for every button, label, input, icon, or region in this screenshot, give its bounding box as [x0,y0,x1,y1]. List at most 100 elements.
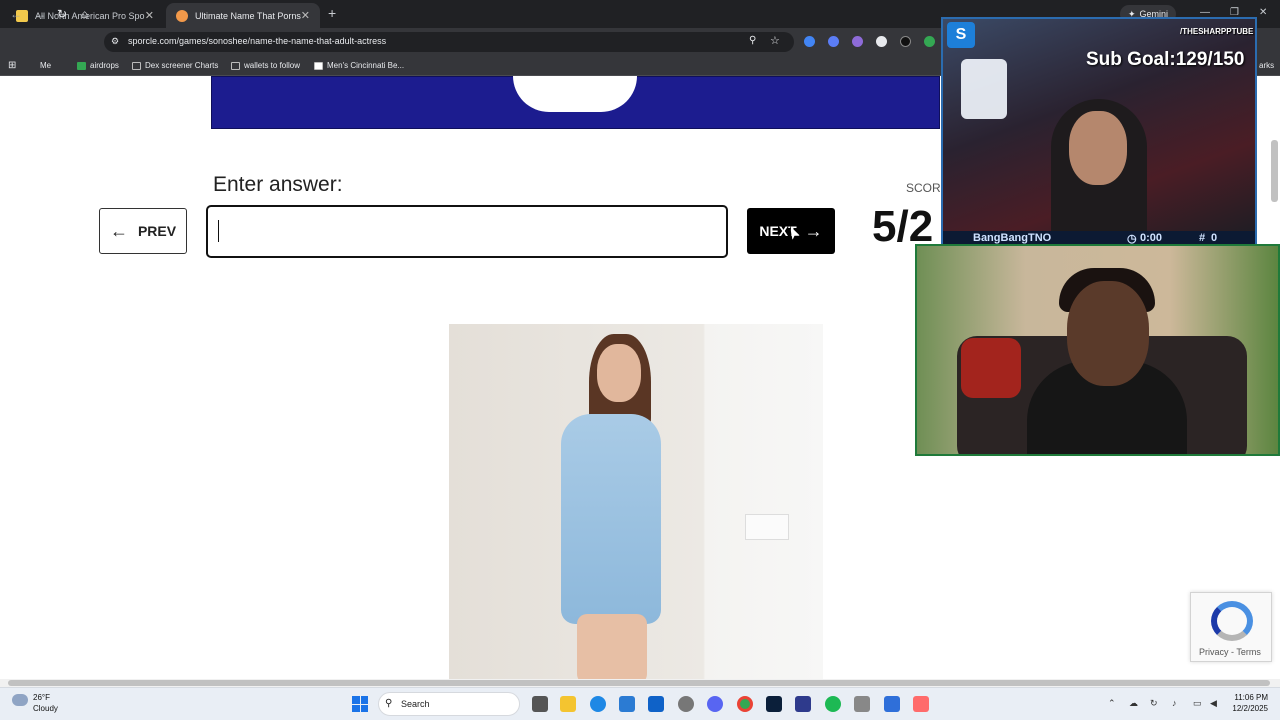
vertical-scroll-thumb[interactable] [1271,140,1278,202]
photo-head [597,344,641,402]
reload-icon[interactable]: ↻ [57,7,67,21]
back-icon[interactable]: ← [10,7,22,21]
close-window-icon[interactable]: ✕ [1259,7,1267,18]
photo-light-switch [745,514,789,540]
stream-stats-bar: BangBangTNO ◷ 0:00 # 0 [943,231,1255,245]
tray-app-icon[interactable]: ↻ [1150,698,1158,709]
home-icon[interactable]: ⌂ [81,7,88,21]
apps-grid-icon[interactable]: ⊞ [8,60,16,71]
chrome-icon[interactable] [737,696,753,712]
sheets-icon [77,61,86,70]
taskbar-search[interactable] [378,692,520,716]
extension-icon[interactable] [924,36,935,47]
store-icon[interactable] [619,696,635,712]
sporcle-favicon-icon [176,9,188,22]
bookmark-label: Men's Cincinnati Be... [327,61,405,70]
vegas-icon[interactable] [795,696,811,712]
extension-icon[interactable] [852,36,863,47]
all-bookmarks[interactable]: arks [1259,61,1274,70]
guest-webcam [915,244,1280,456]
clock-time[interactable]: 11:06 PM [1230,693,1268,702]
photo-legs [577,614,647,680]
webcam-pillow [961,338,1021,398]
scroll-thumb[interactable] [8,680,1270,686]
arrow-right-icon: → [804,220,823,241]
extension-icon[interactable] [828,36,839,47]
sub-goal: Sub Goal:129/150 [1086,49,1245,70]
bookmark-label: Dex screener Charts [145,61,219,70]
forward-icon[interactable]: → [34,7,46,21]
bookmark-label: Me [40,61,52,70]
bookmark-star-icon[interactable]: ☆ [770,34,780,47]
stats-count: 0 [1211,232,1218,244]
prev-label: PREV [137,223,177,239]
webcam-head [1067,281,1149,386]
x-extension-icon[interactable] [900,36,911,47]
app-icon[interactable] [678,696,694,712]
site-favicon-icon [314,61,323,70]
answer-input[interactable] [206,205,728,258]
tab-title: All North American Pro Sports [35,10,145,21]
bookmark-airdrops[interactable]: airdrops [77,61,119,70]
stats-time: 0:00 [1140,232,1163,244]
folder-icon [132,61,141,70]
bookmark-label: wallets to follow [244,61,301,70]
app-icon[interactable] [913,696,929,712]
extension-icon[interactable] [804,36,815,47]
arrow-left-icon: ← [109,220,128,241]
horizontal-scrollbar[interactable] [0,679,1280,687]
bookmark-mens-cincinnati[interactable]: Men's Cincinnati Be... [314,61,404,70]
discord-icon[interactable] [707,696,723,712]
task-view-icon[interactable] [532,696,548,712]
answer-prompt: Enter answer: [213,173,343,196]
network-icon[interactable]: ▭ [1193,698,1202,709]
hash-icon: # [1199,232,1206,244]
photoshop-icon[interactable] [766,696,782,712]
ad-logo [513,76,637,112]
microphone-icon[interactable]: ♪ [1172,698,1177,708]
recaptcha-icon [1211,601,1253,641]
quiz-photo [449,324,823,680]
bookmark-label: arks [1259,61,1275,70]
volume-icon[interactable]: ◀ [1210,698,1217,709]
edge-icon[interactable] [590,696,606,712]
search-icon: ⚲ [385,698,393,709]
sporcle-logo-icon: S [947,22,975,48]
site-info-icon[interactable]: ⚙ [111,36,119,47]
recaptcha-links[interactable]: Privacy - Terms [1199,647,1261,657]
close-tab-icon[interactable]: ✕ [301,9,310,22]
windows-start-icon[interactable] [352,696,368,712]
zoom-icon[interactable]: ⚲ [749,35,756,46]
stream-handle: /THESHARPPTUBE [1180,27,1254,36]
close-tab-icon[interactable]: ✕ [145,9,154,22]
search-label: Search [401,699,430,709]
tab-title: Ultimate Name That Pornstar Q [195,10,301,21]
windows-taskbar [0,687,1280,720]
bookmark-dex-screener[interactable]: Dex screener Charts [132,61,218,70]
weather-temp[interactable]: 26°F [33,693,50,702]
folder-icon [231,61,240,70]
outlook-icon[interactable] [648,696,664,712]
clock-date[interactable]: 12/2/2025 [1226,704,1268,713]
bookmark-label: airdrops [90,61,119,70]
url-text[interactable]: sporcle.com/games/sonoshee/name-the-name… [128,36,386,46]
bookmark-me[interactable]: Me [40,61,51,70]
tab-quiz[interactable]: Ultimate Name That Pornstar Q ✕ [166,3,320,28]
bookmark-wallets[interactable]: wallets to follow [231,61,300,70]
app-icon[interactable] [854,696,870,712]
stats-name: BangBangTNO [973,232,1052,244]
prev-button[interactable]: ← PREV [99,208,187,254]
new-tab-button[interactable]: + [328,5,336,21]
file-explorer-icon[interactable] [560,696,576,712]
text-caret [218,220,219,242]
extension-icon[interactable] [876,36,887,47]
spotify-icon[interactable] [825,696,841,712]
weather-desc[interactable]: Cloudy [33,704,58,713]
cloud-icon[interactable] [12,694,28,706]
app-icon[interactable] [884,696,900,712]
tray-app-icon[interactable]: ☁ [1129,698,1138,709]
photo-dress [561,414,661,624]
webcam-light [961,59,1007,119]
chevron-up-icon[interactable]: ⌃ [1108,698,1116,709]
webcam-face [1069,111,1127,185]
